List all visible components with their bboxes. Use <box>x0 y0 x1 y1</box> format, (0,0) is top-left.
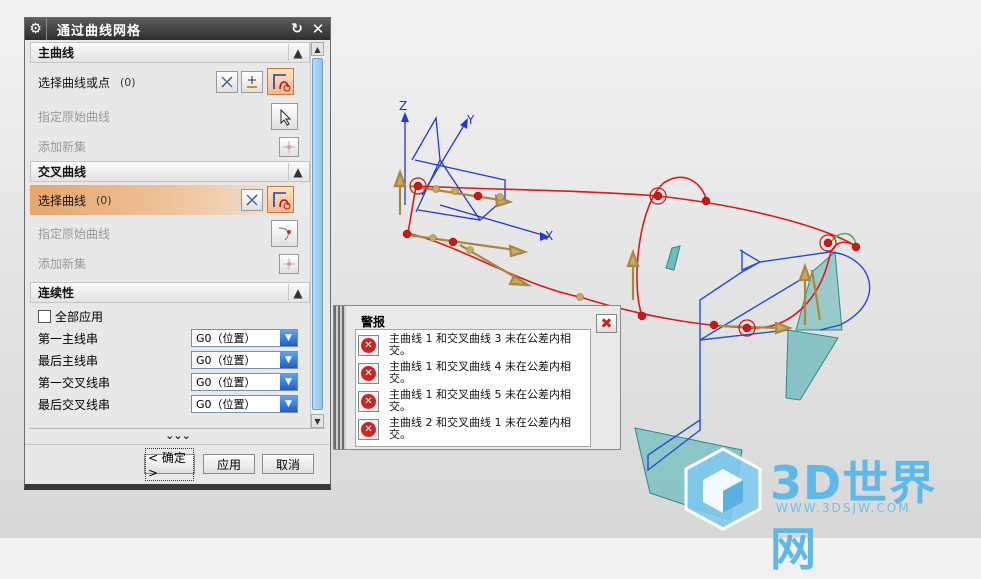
add-set-icon[interactable] <box>279 137 299 157</box>
watermark-url: WWW.3DSJW.COM <box>776 501 911 515</box>
cube-logo-icon <box>684 447 762 531</box>
list-item[interactable]: ✕ 主曲线 1 和交叉曲线 5 未在公差内相交。 <box>358 389 588 415</box>
apply-all-checkbox[interactable] <box>38 309 51 323</box>
ok-label: < 确定 > <box>145 447 194 481</box>
curve-select-icon[interactable] <box>267 186 294 213</box>
continuity-select[interactable]: G0（位置） ▼ <box>191 395 298 413</box>
scroll-down-icon[interactable]: ▼ <box>311 414 324 428</box>
continuity-row-first-cross: 第一交叉线串 G0（位置） ▼ <box>30 371 310 393</box>
section-cross-title: 交叉曲线 <box>38 165 87 179</box>
cursor-icon[interactable] <box>271 103 298 130</box>
axis-label-y: Y <box>466 113 475 127</box>
continuity-select[interactable]: G0（位置） ▼ <box>191 373 298 391</box>
dialog-scrollbar[interactable]: ▲ ▼ <box>310 42 324 428</box>
cross-specify-origin-row: 指定原始曲线 <box>30 218 310 248</box>
error-icon: ✕ <box>358 335 379 356</box>
chevron-down-icon[interactable]: ▼ <box>280 374 297 390</box>
error-icon: ✕ <box>358 391 379 412</box>
close-icon[interactable]: ✕ <box>309 20 327 38</box>
dialog-titlebar[interactable]: ⚙ 通过曲线网格 ↻ ✕ <box>25 18 330 40</box>
plane-small <box>665 245 681 271</box>
watermark-logo: 3D世界网 WWW.3DSJW.COM <box>680 445 980 576</box>
continuity-select[interactable]: G0（位置） ▼ <box>191 351 298 369</box>
continuity-row-last-primary: 最后主线串 G0（位置） ▼ <box>30 349 310 371</box>
list-item[interactable]: ✕ 主曲线 1 和交叉曲线 4 未在公差内相交。 <box>358 361 588 387</box>
continuity-row-first-primary: 第一主线串 G0（位置） ▼ <box>30 327 310 349</box>
cross-select-label: 选择曲线 <box>38 193 87 208</box>
close-icon[interactable]: ✖ <box>596 314 617 333</box>
scroll-up-icon[interactable]: ▲ <box>311 42 324 56</box>
error-icon: ✕ <box>358 419 379 440</box>
continuity-label: 最后主线串 <box>38 353 99 368</box>
axis-label-x: X <box>545 229 553 243</box>
more-options-chevron[interactable]: ⌄⌄⌄ <box>30 428 325 442</box>
continuity-value: G0（位置） <box>196 398 256 411</box>
curve-select-icon[interactable] <box>267 68 294 95</box>
ok-button[interactable]: < 确定 > <box>144 447 195 481</box>
cross-select-count: (0) <box>96 193 112 207</box>
collapse-icon[interactable]: ▲ <box>288 284 307 301</box>
point-dialog-icon[interactable] <box>241 71 263 93</box>
add-set-icon[interactable] <box>279 254 299 274</box>
continuity-select[interactable]: G0（位置） ▼ <box>191 329 298 347</box>
continuity-label: 第一交叉线串 <box>38 375 111 390</box>
continuity-label: 最后交叉线串 <box>38 397 111 412</box>
apply-button[interactable]: 应用 <box>203 454 255 474</box>
curve-direction-icon[interactable] <box>271 220 298 247</box>
continuity-value: G0（位置） <box>196 332 256 345</box>
section-continuity-title: 连续性 <box>38 286 75 300</box>
deselect-icon[interactable] <box>216 71 238 93</box>
cancel-button[interactable]: 取消 <box>262 454 314 474</box>
section-continuity[interactable]: 连续性 ▲ <box>30 282 310 303</box>
cross-add-set-row: 添加新集 <box>30 248 310 278</box>
list-item[interactable]: ✕ 主曲线 2 和交叉曲线 1 未在公差内相交。 <box>358 417 588 443</box>
continuity-label: 第一主线串 <box>38 331 99 346</box>
alert-message: 主曲线 2 和交叉曲线 1 未在公差内相交。 <box>389 416 571 441</box>
primary-select-label: 选择曲线或点 <box>38 75 111 90</box>
panel-grip[interactable] <box>334 306 346 449</box>
alert-message: 主曲线 1 和交叉曲线 4 未在公差内相交。 <box>389 360 571 385</box>
chevron-down-icon[interactable]: ▼ <box>280 396 297 412</box>
axis-arrowheads <box>401 112 550 241</box>
continuity-value: G0（位置） <box>196 376 256 389</box>
primary-add-set-label: 添加新集 <box>38 139 87 154</box>
chevron-down-icon[interactable]: ▼ <box>280 330 297 346</box>
continuity-value: G0（位置） <box>196 354 256 367</box>
plane-right <box>785 329 839 401</box>
primary-add-set-row: 添加新集 <box>30 131 310 161</box>
chevron-down-icon[interactable]: ▼ <box>280 352 297 368</box>
cross-select-row[interactable]: 选择曲线 (0) <box>30 185 310 215</box>
cross-specify-origin-label: 指定原始曲线 <box>38 226 111 241</box>
list-item[interactable]: ✕ 主曲线 1 和交叉曲线 3 未在公差内相交。 <box>358 333 588 359</box>
dialog-title: 通过曲线网格 <box>57 23 142 39</box>
primary-select-count: (0) <box>120 75 136 89</box>
deselect-icon[interactable] <box>241 189 263 211</box>
reset-button[interactable]: ↻ <box>288 20 306 38</box>
mesh-surface-dialog: ⚙ 通过曲线网格 ↻ ✕ 主曲线 ▲ 选择曲线或点 (0) 指定原始曲线 添加新… <box>24 17 331 490</box>
dialog-content: 主曲线 ▲ 选择曲线或点 (0) 指定原始曲线 添加新集 交叉曲线 ▲ 选择曲线… <box>30 42 310 428</box>
section-primary-curves[interactable]: 主曲线 ▲ <box>30 42 310 63</box>
primary-select-row[interactable]: 选择曲线或点 (0) <box>30 63 310 101</box>
primary-specify-origin-label: 指定原始曲线 <box>38 109 111 124</box>
alert-message: 主曲线 1 和交叉曲线 5 未在公差内相交。 <box>389 388 571 413</box>
coordinate-frame <box>404 115 547 237</box>
apply-all-row[interactable]: 全部应用 <box>30 305 310 327</box>
section-cross-curves[interactable]: 交叉曲线 ▲ <box>30 161 310 182</box>
gear-icon[interactable]: ⚙ <box>25 18 47 40</box>
scroll-thumb[interactable] <box>312 58 323 410</box>
continuity-row-last-cross: 最后交叉线串 G0（位置） ▼ <box>30 393 310 415</box>
alert-panel: 警报 ✖ ✕ 主曲线 1 和交叉曲线 3 未在公差内相交。 ✕ 主曲线 1 和交… <box>333 305 621 450</box>
alert-title: 警报 <box>361 315 386 329</box>
alert-message: 主曲线 1 和交叉曲线 3 未在公差内相交。 <box>389 332 571 357</box>
collapse-icon[interactable]: ▲ <box>288 44 307 61</box>
dialog-footer: < 确定 > 应用 取消 <box>25 444 330 484</box>
collapse-icon[interactable]: ▲ <box>288 163 307 180</box>
primary-specify-origin-row: 指定原始曲线 <box>30 101 310 131</box>
apply-all-label: 全部应用 <box>55 309 104 324</box>
alert-message-list: ✕ 主曲线 1 和交叉曲线 3 未在公差内相交。 ✕ 主曲线 1 和交叉曲线 4… <box>355 329 591 447</box>
axis-label-z: Z <box>399 99 407 113</box>
section-primary-title: 主曲线 <box>38 46 75 60</box>
error-icon: ✕ <box>358 363 379 384</box>
cross-add-set-label: 添加新集 <box>38 256 87 271</box>
